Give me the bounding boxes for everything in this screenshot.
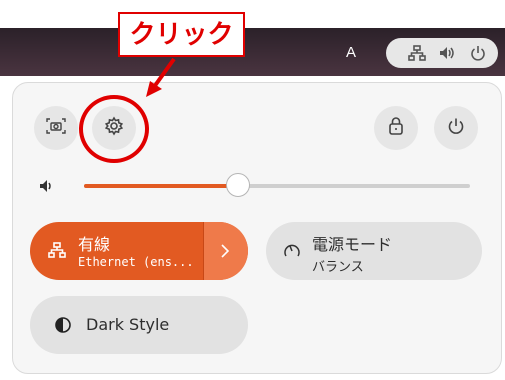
power-icon [470, 45, 486, 65]
volume-icon [438, 45, 456, 65]
chevron-right-icon [221, 244, 230, 258]
lock-button[interactable] [374, 106, 418, 150]
wired-network-subtitle: Ethernet (ens... [78, 255, 194, 269]
wired-network-icon [48, 242, 66, 262]
keyboard-layout-indicator[interactable]: A [346, 44, 356, 61]
power-icon [447, 117, 465, 139]
volume-slider[interactable] [84, 173, 470, 197]
annotation-highlight-circle [79, 95, 149, 163]
lock-icon [387, 116, 405, 140]
wired-network-tile[interactable]: 有線 Ethernet (ens... [30, 222, 248, 280]
annotation-arrow [146, 57, 176, 97]
power-mode-subtitle: バランス [312, 260, 364, 275]
wired-network-icon [408, 45, 426, 65]
volume-icon [38, 178, 56, 198]
volume-slider-fill [84, 184, 239, 188]
power-mode-icon [282, 241, 302, 265]
system-status-menu[interactable] [386, 38, 498, 68]
screenshot-icon [46, 117, 66, 139]
power-mode-tile[interactable]: 電源モード バランス [266, 222, 482, 280]
screenshot-button[interactable] [34, 106, 78, 150]
wired-network-expand-button[interactable] [204, 222, 248, 280]
annotation-callout: クリック [118, 12, 245, 57]
power-mode-title: 電源モード [312, 235, 393, 254]
dark-style-label: Dark Style [86, 315, 170, 334]
dark-style-icon [54, 316, 72, 338]
power-off-button[interactable] [434, 106, 478, 150]
wired-network-title: 有線 [78, 235, 111, 254]
dark-style-tile[interactable]: Dark Style [30, 296, 248, 354]
